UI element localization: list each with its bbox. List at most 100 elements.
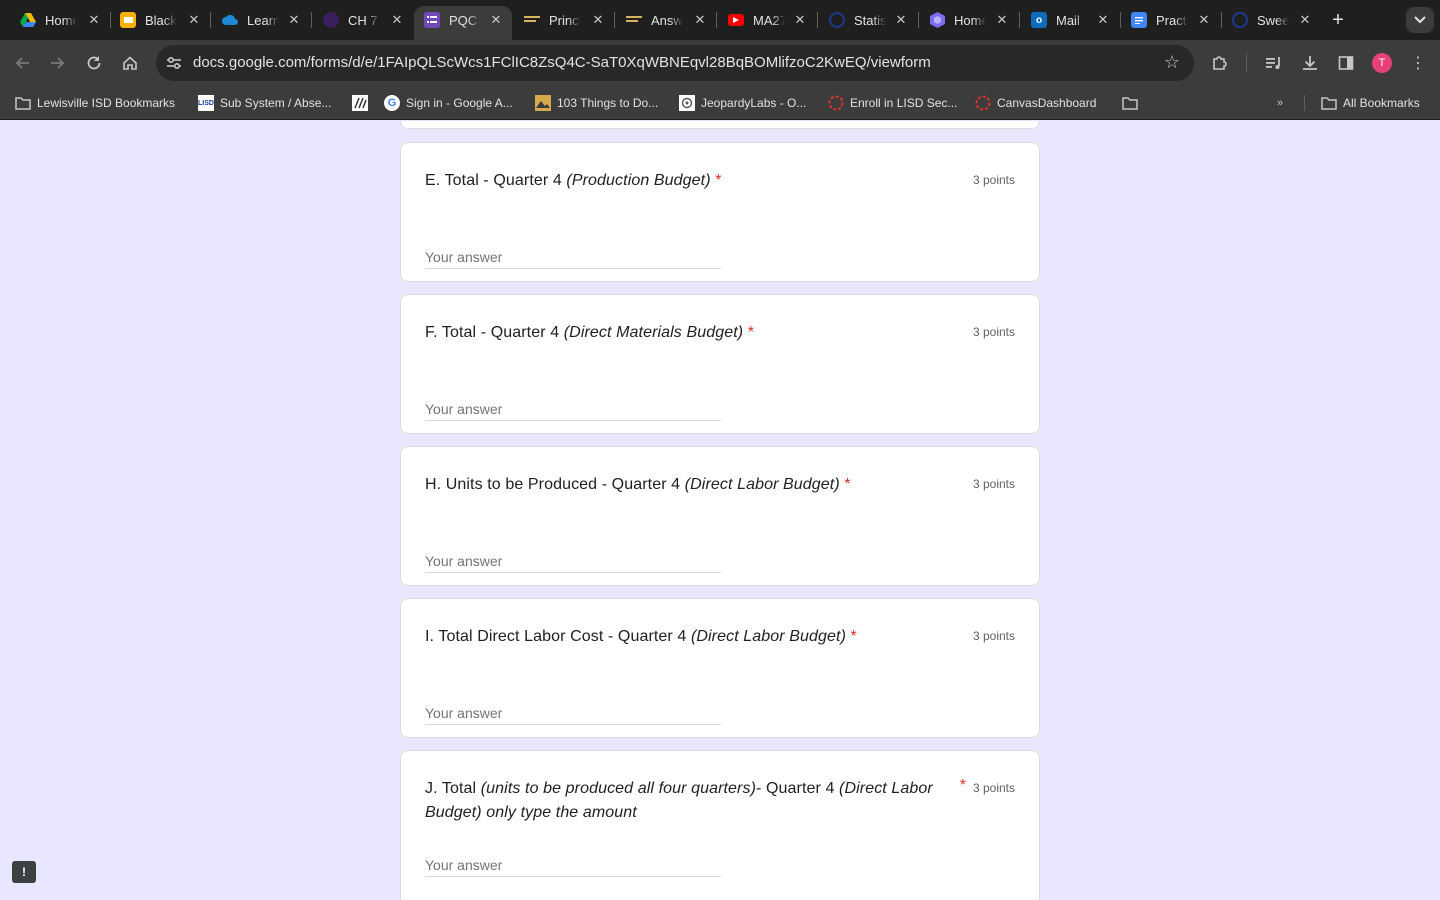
bookmark-star-icon[interactable]: ☆ <box>1164 52 1180 73</box>
cloud-icon <box>222 12 238 28</box>
forward-arrow-icon[interactable] <box>45 50 71 76</box>
tab-close-icon[interactable]: ✕ <box>1196 12 1212 28</box>
tab-close-icon[interactable]: ✕ <box>1095 12 1111 28</box>
folder-icon <box>1321 95 1337 111</box>
youtube-icon <box>728 14 744 26</box>
tab-practice[interactable]: Practice ✕ <box>1120 6 1220 34</box>
tab-close-icon[interactable]: ✕ <box>1297 12 1313 28</box>
required-asterisk: * <box>959 777 966 794</box>
answer-input-i[interactable] <box>425 701 721 725</box>
tab-ch7[interactable]: CH 7 ✕ <box>311 6 413 34</box>
bookmarks-overflow-chevron-icon[interactable]: » <box>1272 95 1294 111</box>
tab-answers[interactable]: Answers ✕ <box>614 6 716 34</box>
extensions-puzzle-icon[interactable] <box>1208 51 1232 75</box>
stripes-icon <box>352 95 368 111</box>
circle-icon <box>323 12 339 28</box>
new-tab-plus-icon[interactable]: + <box>1326 8 1350 32</box>
bookmark-lewisville-isd[interactable]: Lewisville ISD Bookmarks <box>15 95 175 111</box>
address-bar[interactable]: docs.google.com/forms/d/e/1FAIpQLScWcs1F… <box>156 45 1194 81</box>
circle-icon <box>1232 12 1248 28</box>
question-card-e: E. Total - Quarter 4 (Production Budget)… <box>400 142 1040 282</box>
dotted-circle-icon <box>828 95 844 111</box>
media-controls-icon[interactable] <box>1262 51 1286 75</box>
question-points: 3 points <box>972 325 1015 339</box>
bookmark-enroll-lisd[interactable]: Enroll in LISD Sec... <box>828 95 957 111</box>
answer-input-e[interactable] <box>425 245 721 269</box>
lines-icon <box>626 12 642 28</box>
tab-principles[interactable]: Principles ✕ <box>512 6 614 34</box>
google-g-icon: G <box>384 95 400 111</box>
question-card-h: H. Units to be Produced - Quarter 4 (Dir… <box>400 446 1040 586</box>
answer-input-f[interactable] <box>425 397 721 421</box>
tab-pqc[interactable]: PQC ✕ <box>414 6 512 40</box>
question-card-j: J. Total (units to be produced all four … <box>400 750 1040 900</box>
jeopardy-icon <box>679 95 695 111</box>
tab-close-icon[interactable]: ✕ <box>994 12 1010 28</box>
question-title: J. Total (units to be produced all four … <box>425 780 933 821</box>
all-bookmarks-button[interactable]: All Bookmarks <box>1321 95 1420 111</box>
bookmark-jeopardylabs[interactable]: JeopardyLabs - O... <box>679 95 806 111</box>
bookmark-google-signin[interactable]: G Sign in - Google A... <box>384 95 513 111</box>
google-forms-icon <box>424 12 440 28</box>
required-asterisk: * <box>844 476 851 493</box>
outlook-icon: o <box>1031 12 1047 28</box>
required-asterisk: * <box>715 172 722 189</box>
bookmark-stripes[interactable] <box>352 95 374 111</box>
required-asterisk: * <box>747 324 755 341</box>
tab-close-icon[interactable]: ✕ <box>389 12 405 28</box>
download-icon[interactable] <box>1298 51 1322 75</box>
question-card-i: I. Total Direct Labor Cost - Quarter 4 (… <box>400 598 1040 738</box>
menu-kebab-icon[interactable]: ⋮ <box>1406 51 1430 75</box>
tab-close-icon[interactable]: ✕ <box>893 12 909 28</box>
profile-avatar[interactable]: T <box>1372 53 1392 73</box>
tab-close-icon[interactable]: ✕ <box>86 12 102 28</box>
google-drive-icon <box>20 12 36 28</box>
google-slides-icon <box>120 12 136 28</box>
tab-strip: Home ✕ Blackboard ✕ Learn ✕ CH 7 ✕ PQC ✕… <box>0 0 1440 40</box>
question-points: 3 points <box>972 781 1015 795</box>
tab-ma27[interactable]: MA27 ✕ <box>716 6 816 34</box>
tab-home[interactable]: Home ✕ <box>0 6 110 34</box>
tab-close-icon[interactable]: ✕ <box>186 12 202 28</box>
folder-icon <box>1122 95 1138 111</box>
question-points: 3 points <box>972 173 1015 187</box>
bookmarks-bar: Lewisville ISD Bookmarks LISD Sub System… <box>0 86 1440 120</box>
hexagon-icon <box>929 12 945 28</box>
lines-icon <box>524 12 540 28</box>
tab-close-icon[interactable]: ✕ <box>792 12 808 28</box>
tab-mail[interactable]: o Mail ✕ <box>1019 6 1119 34</box>
url-text[interactable]: docs.google.com/forms/d/e/1FAIpQLScWcs1F… <box>193 54 931 71</box>
question-title: H. Units to be Produced - Quarter 4 (Dir… <box>425 476 851 493</box>
answer-input-h[interactable] <box>425 549 721 573</box>
tab-close-icon[interactable]: ✕ <box>590 12 606 28</box>
bookmark-103-things[interactable]: 103 Things to Do... <box>535 95 658 111</box>
bookmark-folder[interactable] <box>1122 95 1144 111</box>
tab-sweet[interactable]: Sweet ✕ <box>1221 6 1321 34</box>
tab-close-icon[interactable]: ✕ <box>488 12 504 28</box>
browser-toolbar: docs.google.com/forms/d/e/1FAIpQLScWcs1F… <box>0 40 1440 86</box>
home-icon[interactable] <box>117 50 143 76</box>
previous-question-card <box>400 121 1040 129</box>
google-docs-icon <box>1131 12 1147 28</box>
tab-search-chevron-icon[interactable] <box>1406 7 1434 33</box>
tab-home-2[interactable]: Home ✕ <box>918 6 1018 34</box>
bookmark-sub-system[interactable]: LISD Sub System / Abse... <box>198 95 331 111</box>
report-feedback-icon[interactable]: ! <box>12 861 36 883</box>
tab-statistics[interactable]: Statistics ✕ <box>817 6 917 34</box>
image-icon <box>535 95 551 111</box>
side-panel-icon[interactable] <box>1334 51 1358 75</box>
lisd-icon: LISD <box>198 95 214 111</box>
tab-blackboard[interactable]: Blackboard ✕ <box>110 6 210 34</box>
tab-close-icon[interactable]: ✕ <box>692 12 708 28</box>
required-asterisk: * <box>850 628 857 645</box>
answer-input-j[interactable] <box>425 853 721 877</box>
dotted-circle-icon <box>975 95 991 111</box>
question-points: 3 points <box>972 629 1015 643</box>
reload-icon[interactable] <box>81 50 107 76</box>
question-card-f: F. Total - Quarter 4 (Direct Materials B… <box>400 294 1040 434</box>
site-settings-icon[interactable] <box>164 53 184 73</box>
back-arrow-icon[interactable] <box>9 50 35 76</box>
tab-close-icon[interactable]: ✕ <box>286 12 302 28</box>
tab-learn[interactable]: Learn ✕ <box>210 6 310 34</box>
bookmark-canvas-dashboard[interactable]: CanvasDashboard <box>975 95 1096 111</box>
